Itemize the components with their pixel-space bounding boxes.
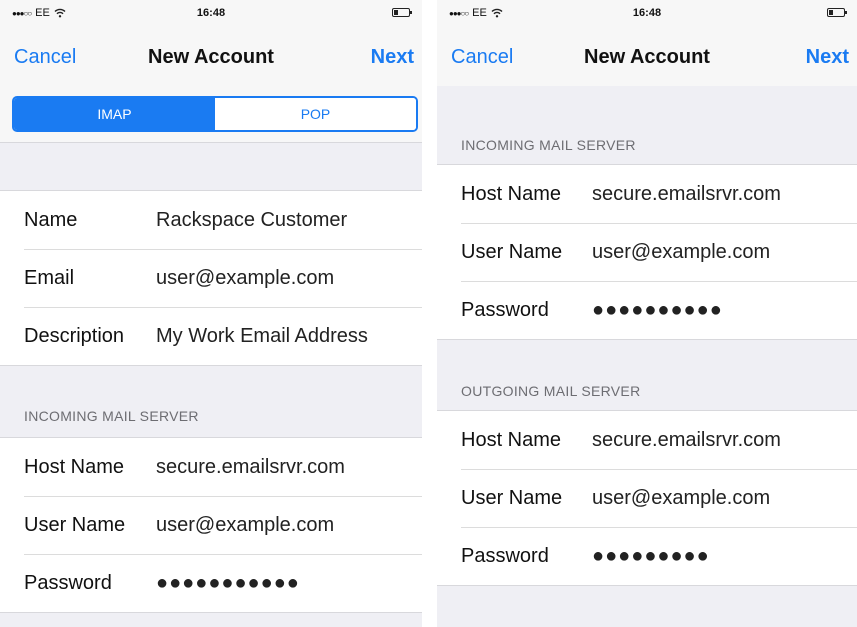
outgoing-host-field[interactable]: secure.emailsrvr.com (592, 429, 781, 452)
incoming-password-field[interactable]: ●●●●●●●●●●● (156, 572, 300, 595)
outgoing-password-field[interactable]: ●●●●●●●●● (592, 545, 710, 568)
email-label: Email (24, 266, 75, 289)
description-row[interactable]: Description My Work Email Address (0, 307, 422, 365)
outgoing-server-group: Host Name secure.emailsrvr.com User Name… (437, 410, 857, 586)
segment-pop[interactable]: POP (215, 98, 416, 130)
password-label: Password (461, 544, 549, 567)
incoming-server-group: Host Name secure.emailsrvr.com User Name… (0, 437, 422, 613)
navigation-bar: Cancel New Account Next (437, 28, 857, 86)
left-screen: ●●●○○ EE 16:48 Cancel New Account Next I… (0, 0, 422, 627)
incoming-host-field[interactable]: secure.emailsrvr.com (156, 456, 345, 479)
incoming-user-row[interactable]: User Name user@example.com (437, 223, 857, 281)
incoming-user-field[interactable]: user@example.com (156, 514, 334, 537)
user-name-label: User Name (461, 240, 563, 263)
incoming-host-row[interactable]: Host Name secure.emailsrvr.com (0, 438, 422, 496)
incoming-user-row[interactable]: User Name user@example.com (0, 496, 422, 554)
description-label: Description (24, 324, 125, 347)
user-name-label: User Name (461, 486, 563, 509)
incoming-host-row[interactable]: Host Name secure.emailsrvr.com (437, 165, 857, 223)
status-bar: ●●●○○ EE 16:48 (0, 0, 422, 28)
incoming-password-field[interactable]: ●●●●●●●●●● (592, 299, 723, 322)
incoming-user-field[interactable]: user@example.com (592, 241, 770, 264)
outgoing-user-field[interactable]: user@example.com (592, 487, 770, 510)
incoming-host-field[interactable]: secure.emailsrvr.com (592, 183, 781, 206)
segment-imap[interactable]: IMAP (14, 98, 215, 130)
outgoing-host-row[interactable]: Host Name secure.emailsrvr.com (437, 411, 857, 469)
page-title: New Account (584, 46, 710, 68)
host-name-label: Host Name (24, 455, 125, 478)
status-time: 16:48 (196, 7, 226, 19)
name-row[interactable]: Name Rackspace Customer (0, 191, 422, 249)
host-name-label: Host Name (461, 182, 562, 205)
incoming-section-header: INCOMING MAIL SERVER (461, 137, 636, 153)
status-bar: ●●●○○ EE 16:48 (437, 0, 857, 28)
user-name-label: User Name (24, 513, 126, 536)
status-time: 16:48 (632, 7, 662, 19)
page-title: New Account (148, 46, 274, 68)
name-label: Name (24, 208, 78, 231)
next-button[interactable]: Next (806, 46, 849, 69)
password-label: Password (461, 298, 549, 321)
navigation-bar: Cancel New Account Next (0, 28, 422, 86)
incoming-section-header: INCOMING MAIL SERVER (24, 408, 199, 424)
incoming-server-group: Host Name secure.emailsrvr.com User Name… (437, 164, 857, 340)
email-field[interactable]: user@example.com (156, 267, 334, 290)
incoming-password-row[interactable]: Password ●●●●●●●●●● (437, 281, 857, 339)
account-info-group: Name Rackspace Customer Email user@examp… (0, 190, 422, 366)
incoming-password-row[interactable]: Password ●●●●●●●●●●● (0, 554, 422, 612)
outgoing-section-header: OUTGOING MAIL SERVER (461, 383, 641, 399)
email-row[interactable]: Email user@example.com (0, 249, 422, 307)
description-field[interactable]: My Work Email Address (156, 325, 368, 348)
battery-icon (827, 8, 847, 17)
outgoing-user-row[interactable]: User Name user@example.com (437, 469, 857, 527)
name-field[interactable]: Rackspace Customer (156, 209, 347, 232)
outgoing-password-row[interactable]: Password ●●●●●●●●● (437, 527, 857, 585)
right-screen: ●●●○○ EE 16:48 Cancel New Account Next I… (437, 0, 857, 627)
account-type-segmented-control: IMAP POP (12, 96, 418, 132)
host-name-label: Host Name (461, 428, 562, 451)
password-label: Password (24, 571, 112, 594)
next-button[interactable]: Next (371, 46, 414, 69)
battery-icon (392, 8, 412, 17)
account-type-bar: IMAP POP (0, 86, 422, 143)
